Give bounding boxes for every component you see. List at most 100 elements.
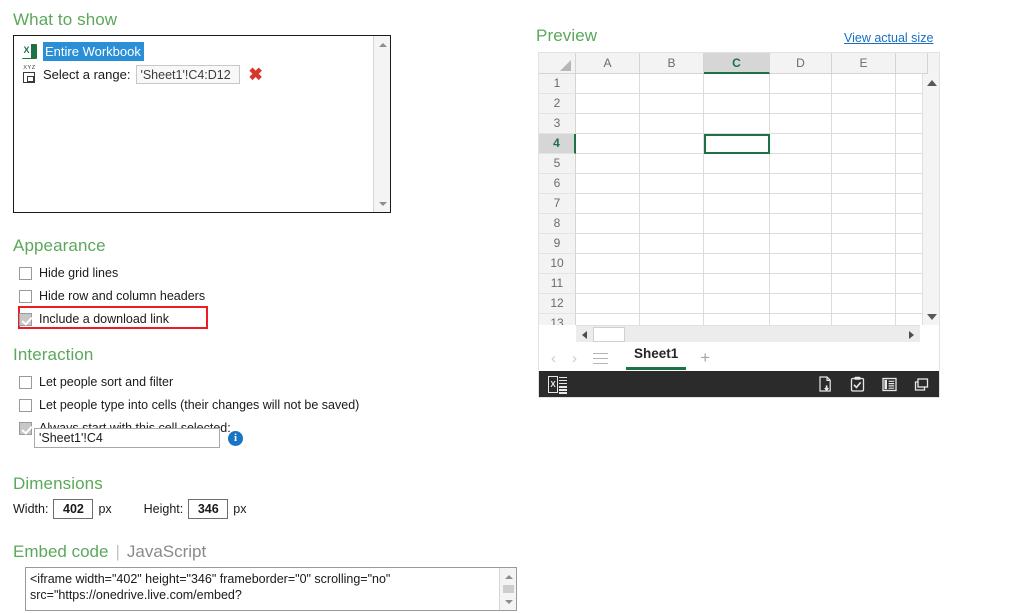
- row-header-7[interactable]: 7: [539, 194, 576, 214]
- row-header-10[interactable]: 10: [539, 254, 576, 274]
- grid-cell-a12[interactable]: [576, 294, 640, 314]
- grid-cell-a6[interactable]: [576, 174, 640, 194]
- row-header-9[interactable]: 9: [539, 234, 576, 254]
- tab-javascript[interactable]: JavaScript: [127, 542, 206, 562]
- row-header-8[interactable]: 8: [539, 214, 576, 234]
- grid-cell-c12[interactable]: [704, 294, 770, 314]
- embed-code-textarea[interactable]: <iframe width="402" height="346" framebo…: [25, 567, 517, 611]
- grid-cell-b9[interactable]: [640, 234, 704, 254]
- grid-cell-b4[interactable]: [640, 134, 704, 154]
- grid-cell-e7[interactable]: [832, 194, 896, 214]
- grid-cell-d8[interactable]: [770, 214, 832, 234]
- prev-sheet-icon[interactable]: ‹: [551, 350, 556, 367]
- embed-code-scrollbar[interactable]: [499, 568, 516, 610]
- grid-cell-b3[interactable]: [640, 114, 704, 134]
- grid-cell-e10[interactable]: [832, 254, 896, 274]
- grid-cell-d6[interactable]: [770, 174, 832, 194]
- grid-cell-c7[interactable]: [704, 194, 770, 214]
- grid-cell-a9[interactable]: [576, 234, 640, 254]
- row-header-6[interactable]: 6: [539, 174, 576, 194]
- grid-cell-b10[interactable]: [640, 254, 704, 274]
- grid-cell-e13[interactable]: [832, 314, 896, 325]
- info-icon[interactable]: i: [228, 430, 243, 446]
- always-start-cell-checkbox[interactable]: [19, 421, 32, 435]
- grid-cell-d2[interactable]: [770, 94, 832, 114]
- listbox-scrollbar[interactable]: [373, 36, 390, 212]
- grid-cell-c4[interactable]: [704, 134, 770, 154]
- grid-cell-c1[interactable]: [704, 74, 770, 94]
- grid-cell-d10[interactable]: [770, 254, 832, 274]
- grid-scroll-down-icon[interactable]: [923, 308, 939, 325]
- view-actual-size-link[interactable]: View actual size: [844, 31, 933, 45]
- sheet-tab-sheet1[interactable]: Sheet1: [626, 346, 687, 370]
- grid-cell-c13[interactable]: [704, 314, 770, 325]
- row-header-2[interactable]: 2: [539, 94, 576, 114]
- column-header-a[interactable]: A: [576, 53, 640, 74]
- grid-cell-d12[interactable]: [770, 294, 832, 314]
- grid-cell-a7[interactable]: [576, 194, 640, 214]
- grid-cell-c11[interactable]: [704, 274, 770, 294]
- grid-cell-d1[interactable]: [770, 74, 832, 94]
- row-header-3[interactable]: 3: [539, 114, 576, 134]
- checkbox-row-download-link[interactable]: Include a download link: [18, 306, 208, 329]
- height-input[interactable]: [188, 499, 229, 519]
- grid-cell-d4[interactable]: [770, 134, 832, 154]
- grid-horizontal-scrollbar[interactable]: [576, 325, 920, 342]
- grid-scroll-right-icon[interactable]: [903, 326, 920, 343]
- grid-cell-b7[interactable]: [640, 194, 704, 214]
- list-item-entire-workbook[interactable]: Entire Workbook: [22, 42, 373, 61]
- grid-cell-a1[interactable]: [576, 74, 640, 94]
- all-sheets-menu-icon[interactable]: [593, 352, 608, 364]
- download-icon[interactable]: [817, 375, 834, 393]
- let-people-type-checkbox[interactable]: [19, 398, 32, 412]
- grid-cell-b1[interactable]: [640, 74, 704, 94]
- add-sheet-icon[interactable]: +: [700, 348, 710, 368]
- grid-cell-a10[interactable]: [576, 254, 640, 274]
- grid-cell-b13[interactable]: [640, 314, 704, 325]
- embed-scroll-up-icon[interactable]: [500, 568, 517, 585]
- list-item-select-range[interactable]: XYZ Select a range: ✖: [22, 65, 373, 84]
- edit-in-excel-icon[interactable]: [849, 376, 866, 393]
- grid-cell-c9[interactable]: [704, 234, 770, 254]
- row-header-11[interactable]: 11: [539, 274, 576, 294]
- grid-cell-a8[interactable]: [576, 214, 640, 234]
- grid-cell-c8[interactable]: [704, 214, 770, 234]
- row-header-13[interactable]: 13: [539, 314, 576, 325]
- grid-cell-c3[interactable]: [704, 114, 770, 134]
- grid-cell-c6[interactable]: [704, 174, 770, 194]
- grid-scroll-up-icon[interactable]: [923, 74, 939, 91]
- grid-cell-e2[interactable]: [832, 94, 896, 114]
- grid-cell-d11[interactable]: [770, 274, 832, 294]
- popout-icon[interactable]: [913, 376, 930, 393]
- grid-cell-c2[interactable]: [704, 94, 770, 114]
- checkbox-row-type-into-cells[interactable]: Let people type into cells (their change…: [19, 396, 359, 414]
- data-view-icon[interactable]: [881, 376, 898, 393]
- row-header-1[interactable]: 1: [539, 74, 576, 94]
- start-cell-input[interactable]: [34, 428, 220, 448]
- grid-cell-e12[interactable]: [832, 294, 896, 314]
- grid-cell-e1[interactable]: [832, 74, 896, 94]
- grid-cell-a3[interactable]: [576, 114, 640, 134]
- grid-cell-d9[interactable]: [770, 234, 832, 254]
- embed-scroll-thumb[interactable]: [503, 585, 514, 593]
- grid-cell-e9[interactable]: [832, 234, 896, 254]
- grid-cell-d13[interactable]: [770, 314, 832, 325]
- grid-cell-b11[interactable]: [640, 274, 704, 294]
- grid-cell-a11[interactable]: [576, 274, 640, 294]
- checkbox-row-hide-grid-lines[interactable]: Hide grid lines: [19, 264, 205, 282]
- column-header-f[interactable]: [896, 53, 928, 74]
- row-header-5[interactable]: 5: [539, 154, 576, 174]
- grid-cell-d7[interactable]: [770, 194, 832, 214]
- grid-cell-b5[interactable]: [640, 154, 704, 174]
- grid-cell-a5[interactable]: [576, 154, 640, 174]
- row-header-12[interactable]: 12: [539, 294, 576, 314]
- grid-cell-c5[interactable]: [704, 154, 770, 174]
- grid-cell-e4[interactable]: [832, 134, 896, 154]
- grid-cell-b6[interactable]: [640, 174, 704, 194]
- checkbox-row-sort-filter[interactable]: Let people sort and filter: [19, 373, 359, 391]
- grid-cell-e6[interactable]: [832, 174, 896, 194]
- grid-cell-e5[interactable]: [832, 154, 896, 174]
- grid-cell-a2[interactable]: [576, 94, 640, 114]
- grid-cell-d5[interactable]: [770, 154, 832, 174]
- next-sheet-icon[interactable]: ›: [572, 350, 577, 367]
